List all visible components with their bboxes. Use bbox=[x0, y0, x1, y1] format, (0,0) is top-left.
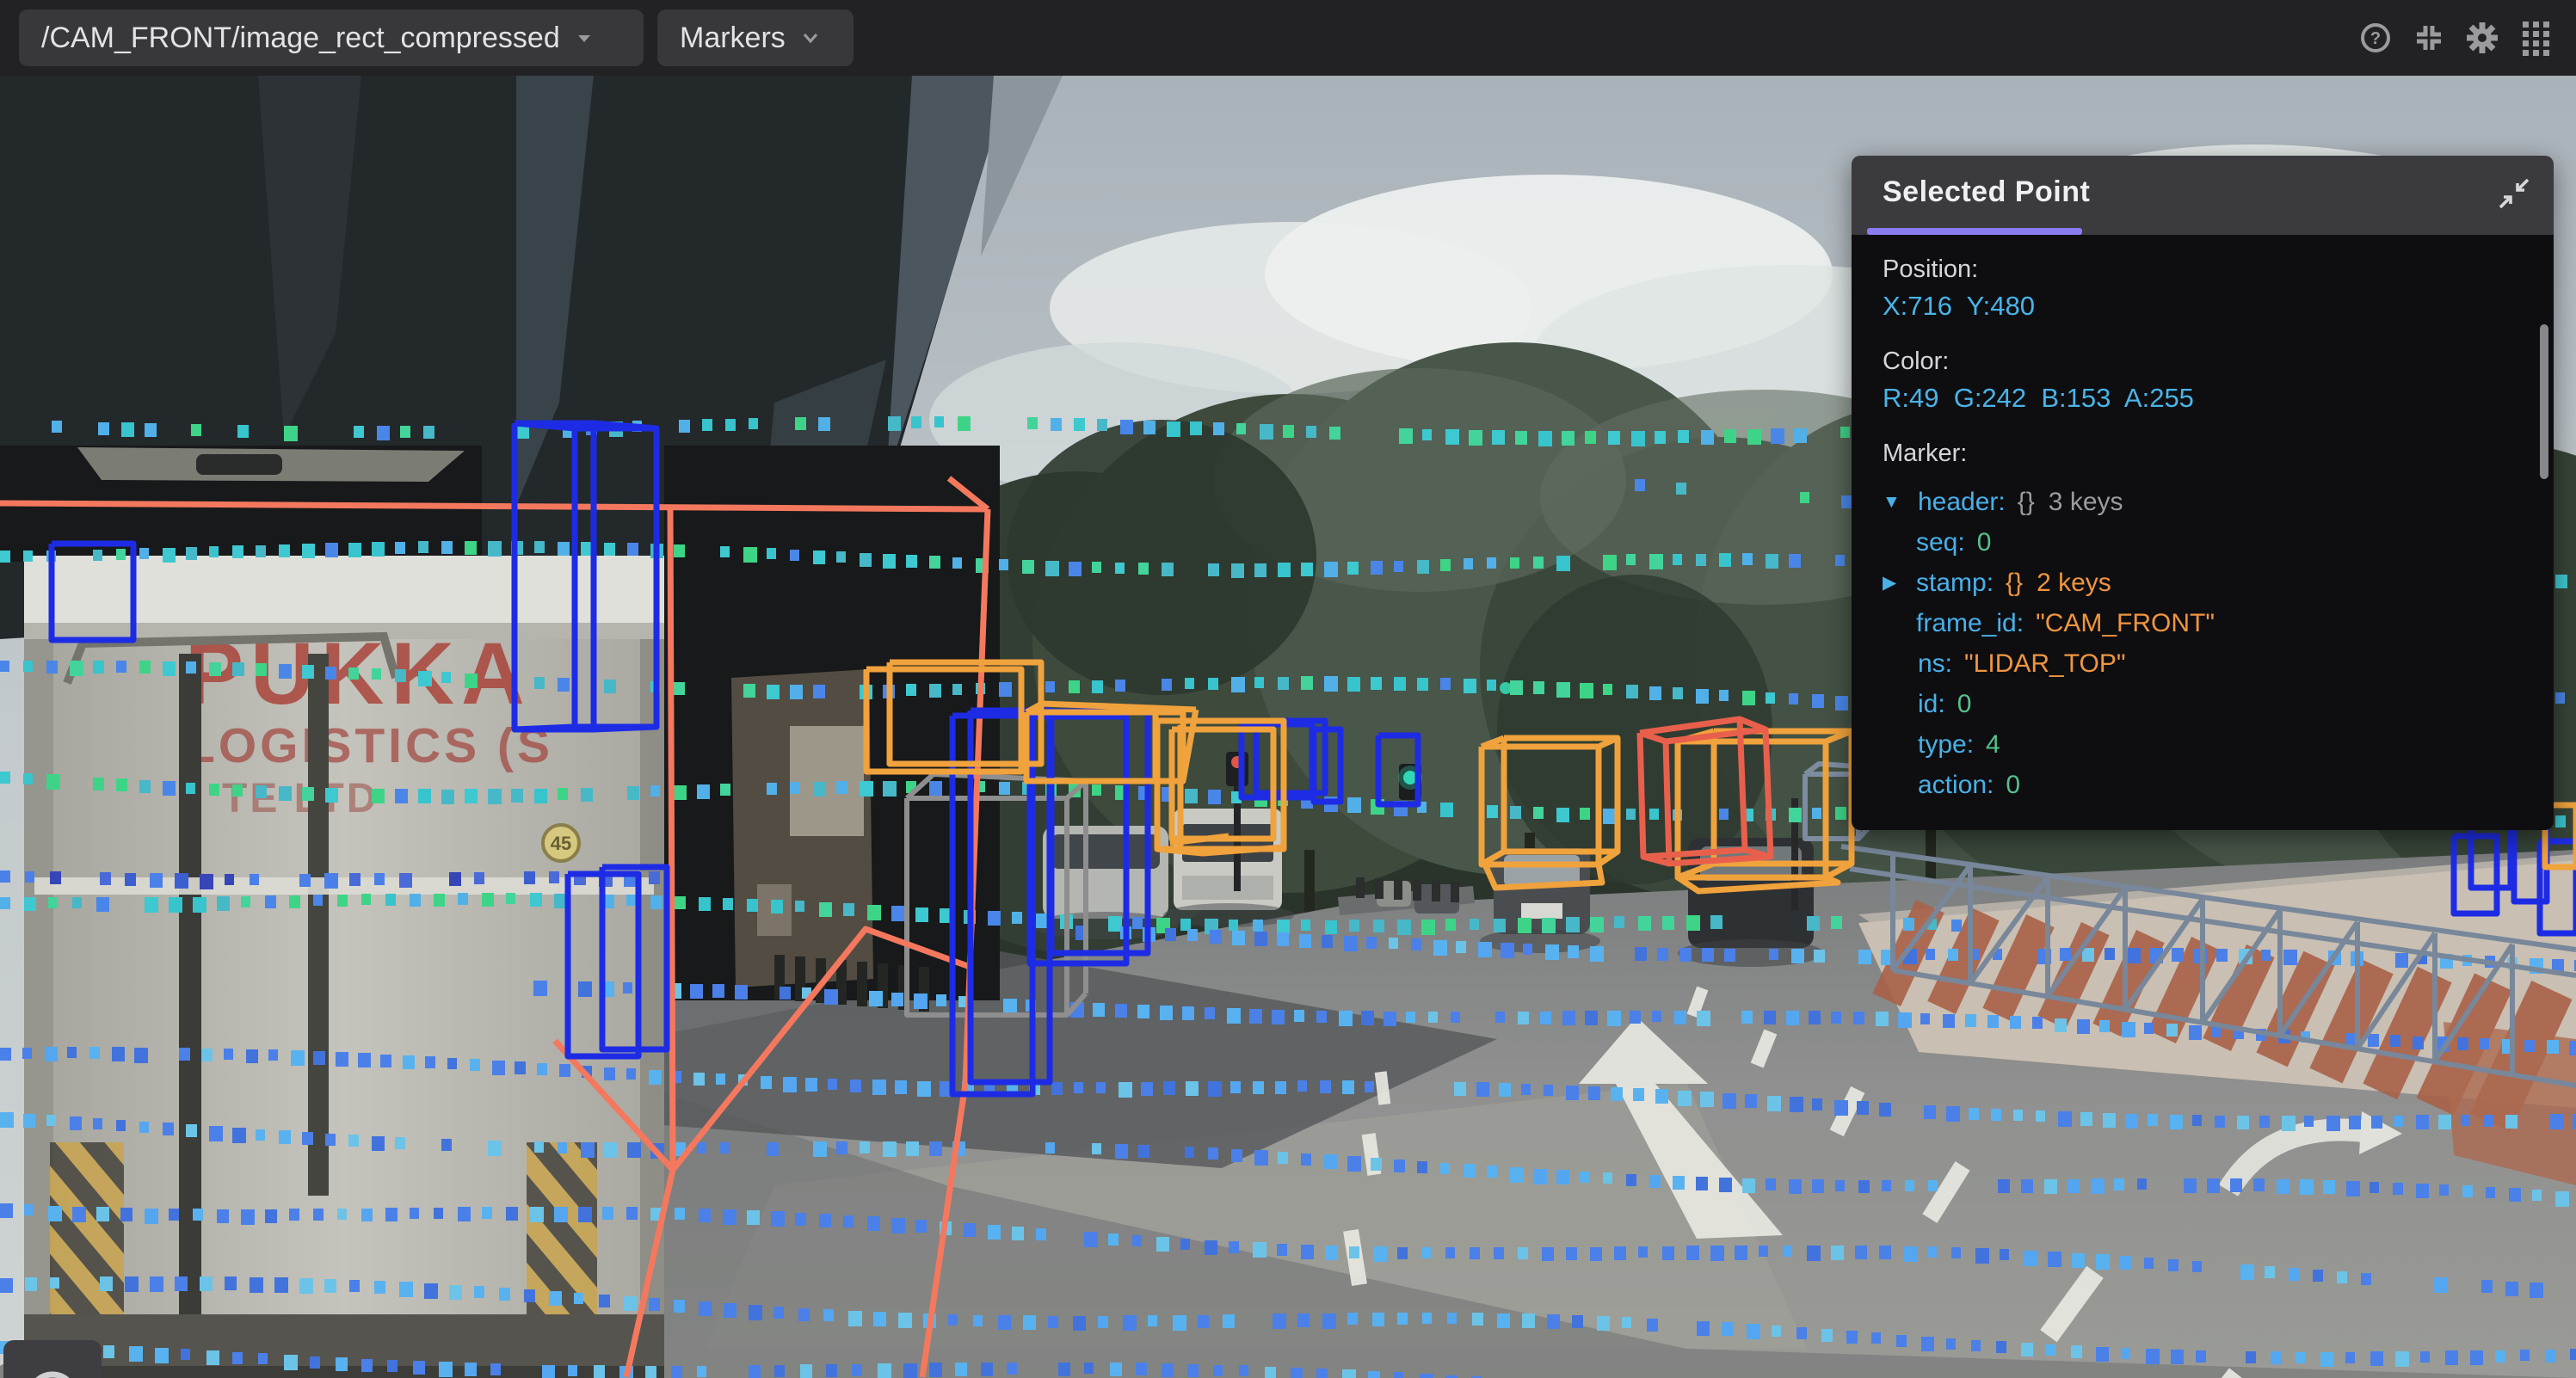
apps-grid-icon[interactable] bbox=[2516, 18, 2555, 58]
fit-view-icon[interactable] bbox=[2409, 18, 2449, 58]
topic-dropdown-button[interactable]: /CAM_FRONT/image_rect_compressed bbox=[19, 9, 644, 66]
tree-value: {} bbox=[2018, 488, 2035, 517]
tree-key: seq: bbox=[1916, 528, 1965, 557]
panel-title: Selected Point bbox=[1883, 156, 2090, 228]
collapse-panel-icon[interactable] bbox=[2495, 175, 2533, 212]
color-value: R:49 G:242 B:153 A:255 bbox=[1883, 383, 2528, 414]
tree-row: id: 0 bbox=[1883, 684, 2528, 724]
tree-row: frame_id: "CAM_FRONT" bbox=[1883, 603, 2528, 643]
tree-row: ▼header: {} 3 keys bbox=[1883, 482, 2528, 522]
expand-arrow-icon[interactable]: ▶ bbox=[1883, 572, 1916, 594]
tree-row: ns: "LIDAR_TOP" bbox=[1883, 643, 2528, 684]
position-value: X:716 Y:480 bbox=[1883, 291, 2528, 322]
marker-label: Marker: bbox=[1883, 440, 2528, 468]
active-tab-indicator bbox=[1867, 228, 2082, 235]
selected-point-body: Position: X:716 Y:480 Color: R:49 G:242 … bbox=[1852, 235, 2554, 830]
markers-dropdown-button[interactable]: Markers bbox=[657, 9, 854, 66]
marker-json-tree: ▼header: {} 3 keys seq: 0 ▶stamp: {} 2 keys fram… bbox=[1883, 482, 2528, 805]
tree-value: "LIDAR_TOP" bbox=[1964, 649, 2125, 679]
tree-value: 0 bbox=[1957, 690, 1972, 719]
selected-point-panel: Selected Point Position: X:716 Y:480 Col… bbox=[1852, 156, 2554, 830]
tree-key: id: bbox=[1918, 690, 1945, 719]
tree-key: type: bbox=[1918, 730, 1974, 760]
foxglove-image-panel: /CAM_FRONT/image_rect_compressed Markers… bbox=[0, 0, 2576, 1378]
position-label: Position: bbox=[1883, 255, 2528, 284]
tree-value: 4 bbox=[1986, 730, 2000, 760]
tree-key: frame_id: bbox=[1916, 609, 2024, 638]
tree-key: stamp: bbox=[1916, 569, 1994, 598]
tree-row: ▶stamp: {} 2 keys bbox=[1883, 563, 2528, 603]
color-label: Color: bbox=[1883, 348, 2528, 376]
chevron-down-icon bbox=[801, 31, 820, 45]
magnify-button[interactable] bbox=[3, 1340, 102, 1378]
markers-dropdown-label: Markers bbox=[680, 22, 786, 55]
panel-scrollbar[interactable] bbox=[2540, 324, 2548, 479]
tree-row: action: 0 bbox=[1883, 765, 2528, 805]
help-icon[interactable]: ? bbox=[2356, 18, 2395, 58]
magnifier-icon bbox=[30, 1375, 75, 1378]
caret-down-icon bbox=[576, 32, 593, 44]
tree-key: ns: bbox=[1918, 649, 1952, 679]
topic-dropdown-label: /CAM_FRONT/image_rect_compressed bbox=[41, 22, 560, 55]
tree-row: type: 4 bbox=[1883, 724, 2528, 765]
tree-key: action: bbox=[1918, 771, 1994, 800]
tree-value: 0 bbox=[2006, 771, 2020, 800]
settings-gear-icon[interactable] bbox=[2462, 18, 2502, 58]
svg-text:?: ? bbox=[2370, 29, 2381, 48]
truck-logistics-text: LOGISTICS (S bbox=[185, 718, 553, 773]
tree-row: seq: 0 bbox=[1883, 522, 2528, 563]
expand-arrow-icon[interactable]: ▼ bbox=[1883, 492, 1918, 513]
tree-value: 2 keys bbox=[2037, 569, 2111, 598]
tree-value: 0 bbox=[1977, 528, 1992, 557]
toolbar-icon-group: ? bbox=[2356, 0, 2555, 76]
tree-value: "CAM_FRONT" bbox=[2036, 609, 2215, 638]
truck-badge-text: 45 bbox=[551, 833, 571, 854]
tree-value: 3 keys bbox=[2049, 488, 2123, 517]
truck-ltd-text: TE LTD bbox=[222, 776, 379, 821]
selected-point-header: Selected Point bbox=[1852, 156, 2554, 235]
panel-toolbar: /CAM_FRONT/image_rect_compressed Markers… bbox=[0, 0, 2576, 76]
tree-key: header: bbox=[1918, 488, 2006, 517]
tree-value: {} bbox=[2006, 569, 2023, 598]
